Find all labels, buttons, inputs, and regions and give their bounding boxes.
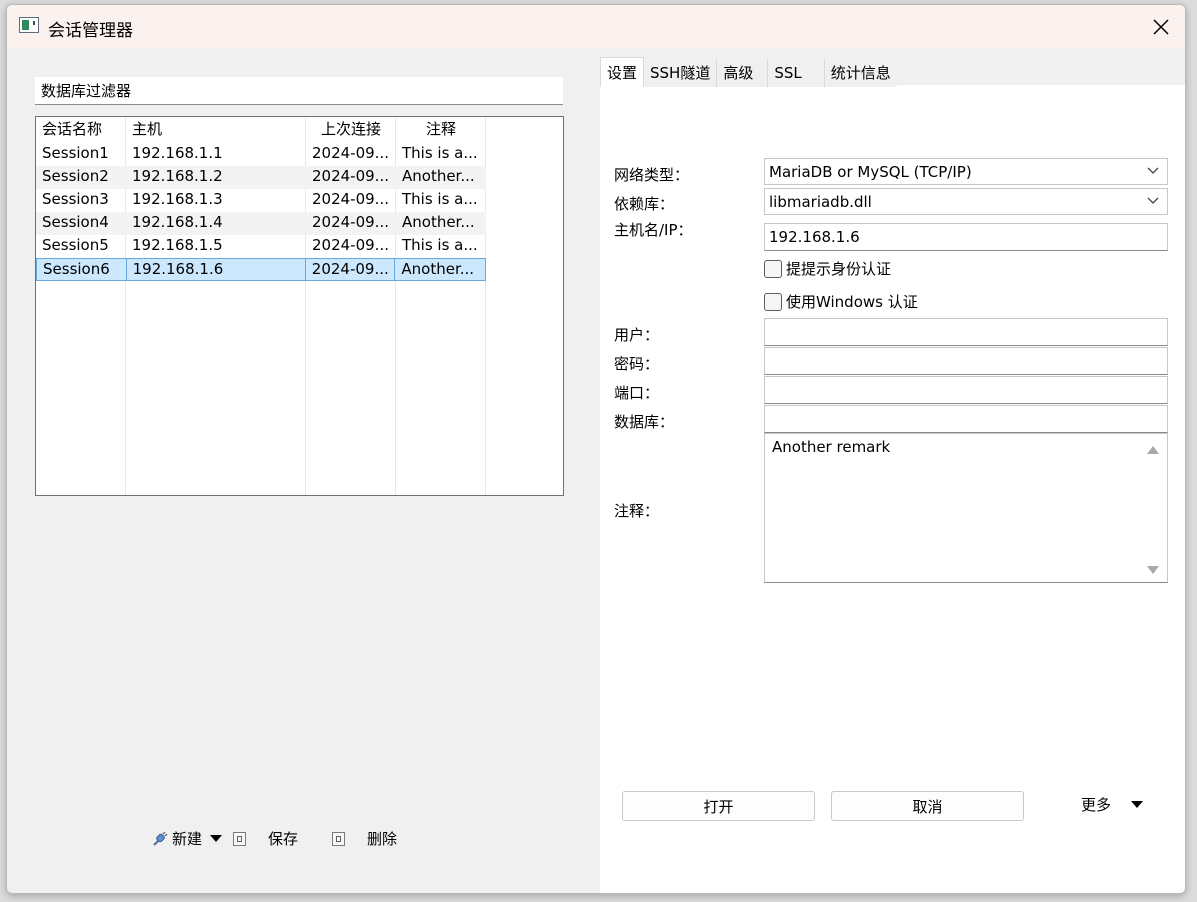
more-button[interactable]: 更多 [1081,794,1144,815]
password-label: 密码： [614,355,660,373]
tab-settings[interactable]: 设置 [600,57,645,87]
session-name-cell: Session2 [42,167,109,185]
table-row[interactable]: Session1 192.168.1.1 2024-09... This is … [36,143,486,166]
network-type-select[interactable]: MariaDB or MySQL (TCP/IP) [764,158,1168,185]
delete-button-label: 删除 [367,830,398,848]
database-input[interactable] [764,405,1168,433]
library-label: 依赖库： [614,195,675,213]
windows-auth-label: 使用Windows 认证 [786,293,918,311]
new-button-label: 新建 [172,830,203,848]
scroll-up-arrow-icon[interactable] [1147,446,1159,454]
network-type-label: 网络类型： [614,166,690,184]
tab-ssl[interactable]: SSL [768,59,825,87]
prompt-auth-checkbox-row[interactable]: 提提示身份认证 [764,258,891,279]
chevron-down-icon [1147,197,1159,204]
scroll-down-arrow-icon[interactable] [1147,566,1159,574]
remark-cell: Another... [401,260,475,278]
windows-auth-checkbox-row[interactable]: 使用Windows 认证 [764,291,918,312]
host-cell: 192.168.1.1 [132,144,223,162]
last-connect-cell: 2024-09... [312,144,389,162]
library-value: libmariadb.dll [769,192,872,211]
delete-button[interactable]: 删除 [332,828,397,849]
title-bar: 会话管理器 [7,5,1185,49]
table-row[interactable]: Session4 192.168.1.4 2024-09... Another.… [36,212,486,235]
header-host[interactable]: 主机 [126,119,306,142]
cancel-button[interactable]: 取消 [831,791,1024,821]
user-label: 用户： [614,326,660,344]
remark-cell: This is a... [402,236,478,254]
host-cell: 192.168.1.3 [132,190,223,208]
session-name-cell: Session1 [42,144,109,162]
tab-statistics[interactable]: 统计信息 [824,59,897,87]
new-dropdown-arrow-icon[interactable] [210,835,223,842]
header-session-name[interactable]: 会话名称 [36,119,126,142]
header-remark[interactable]: 注释 [396,119,486,142]
window-title: 会话管理器 [48,21,133,41]
close-icon [1153,19,1169,35]
remark-label: 注释： [614,502,660,520]
user-input[interactable] [764,318,1168,346]
session-name-cell: Session5 [42,236,109,254]
host-label: 主机名/IP： [614,221,693,239]
windows-auth-checkbox[interactable] [764,292,782,311]
table-row[interactable]: Session2 192.168.1.2 2024-09... Another.… [36,166,486,189]
session-table[interactable]: 会话名称 主机 上次连接 注释 Session1 192.168.1.1 202… [35,116,564,496]
session-action-bar: 新建 保存 删除 [7,828,597,852]
settings-tabs: 设置 SSH隧道 高级 SSL 统计信息 [600,57,897,87]
host-cell: 192.168.1.6 [127,259,306,280]
save-button[interactable]: 保存 [233,828,298,849]
remark-cell: Another... [402,167,475,185]
host-input[interactable] [764,223,1168,251]
remark-cell: Another... [402,213,475,231]
remark-cell: This is a... [402,144,478,162]
database-label: 数据库： [614,413,675,431]
app-icon [19,17,39,33]
plug-icon [153,831,168,846]
password-input[interactable] [764,347,1168,375]
port-input[interactable] [764,376,1168,404]
delete-icon [332,831,345,846]
tab-ssh-tunnel[interactable]: SSH隧道 [644,59,718,87]
session-name-cell: Session3 [42,190,109,208]
table-row-selected[interactable]: Session6 192.168.1.6 2024-09... Another.… [36,258,486,281]
session-name-cell: Session6 [37,259,127,280]
close-button[interactable] [1137,5,1185,49]
more-button-label: 更多 [1081,796,1112,814]
more-dropdown-arrow-icon [1131,801,1144,808]
prompt-auth-label: 提提示身份认证 [786,260,892,278]
library-select[interactable]: libmariadb.dll [764,188,1168,215]
last-connect-cell: 2024-09... [306,259,396,280]
table-row[interactable]: Session5 192.168.1.5 2024-09... This is … [36,235,486,258]
tab-advanced[interactable]: 高级 [717,59,769,87]
session-name-cell: Session4 [42,213,109,231]
header-last-connect[interactable]: 上次连接 [306,119,396,142]
last-connect-cell: 2024-09... [312,167,389,185]
remark-cell: This is a... [402,190,478,208]
database-filter-input[interactable] [35,77,563,105]
session-manager-window: 会话管理器 会话名称 主机 上次连接 注释 Session1 192.168.1… [6,4,1186,894]
network-type-value: MariaDB or MySQL (TCP/IP) [769,162,972,181]
save-button-label: 保存 [268,830,299,848]
last-connect-cell: 2024-09... [312,236,389,254]
save-icon [233,831,246,846]
table-header: 会话名称 主机 上次连接 注释 [36,119,486,142]
port-label: 端口： [614,384,660,402]
prompt-auth-checkbox[interactable] [764,259,782,278]
host-cell: 192.168.1.5 [132,236,223,254]
table-row[interactable]: Session3 192.168.1.3 2024-09... This is … [36,189,486,212]
remark-text: Another remark [772,438,891,456]
open-button[interactable]: 打开 [622,791,815,821]
remark-textarea[interactable]: Another remark [764,433,1168,583]
host-cell: 192.168.1.2 [132,167,223,185]
host-cell: 192.168.1.4 [132,213,223,231]
chevron-down-icon [1147,167,1159,174]
last-connect-cell: 2024-09... [312,213,389,231]
new-button[interactable]: 新建 [152,828,223,849]
last-connect-cell: 2024-09... [312,190,389,208]
